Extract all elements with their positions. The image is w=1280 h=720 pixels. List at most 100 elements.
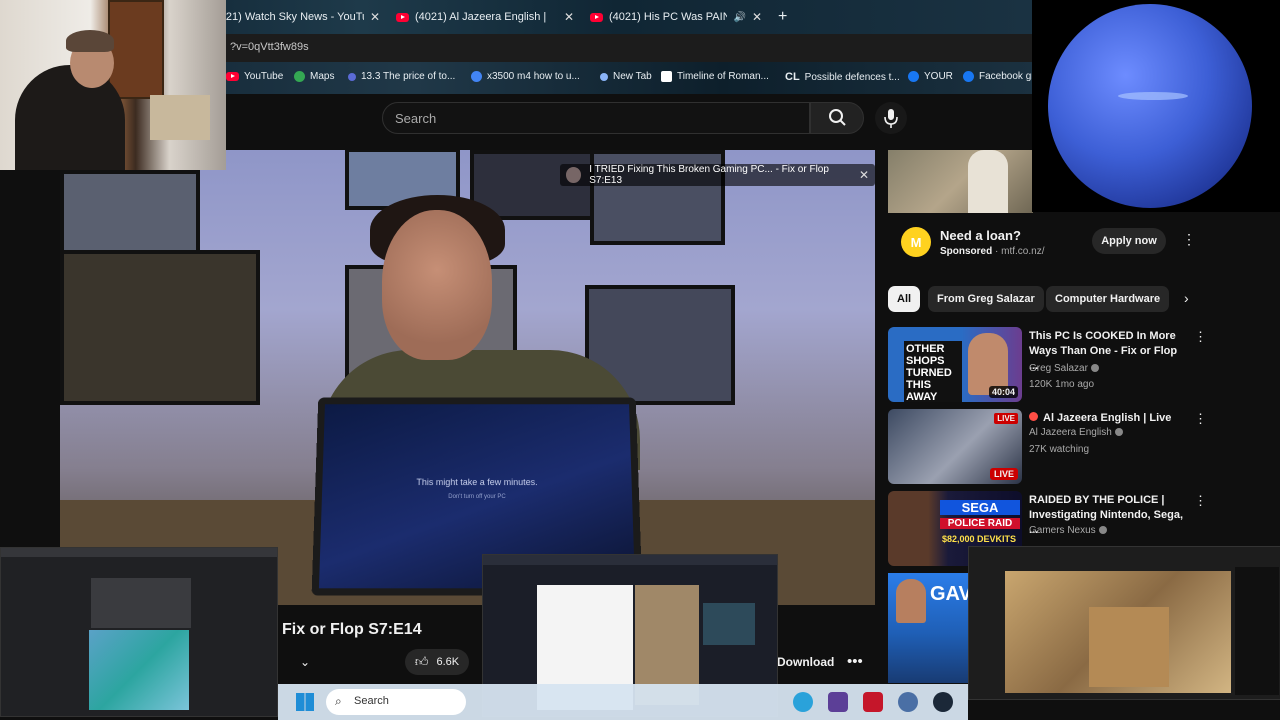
tab-title: (4021) Al Jazeera English | (415, 11, 547, 23)
app-icon[interactable] (863, 692, 883, 712)
video-meta: 120K 1mo ago (1029, 379, 1095, 390)
bookmark-timeline[interactable]: Timeline of Roman... (661, 71, 769, 82)
window-thumbnail[interactable] (968, 546, 1280, 700)
endcard-title: I TRIED Fixing This Broken Gaming PC... … (589, 164, 829, 186)
settings-icon[interactable] (898, 692, 918, 712)
cl-icon: CL (785, 71, 800, 83)
bookmark-price[interactable]: 13.3 The price of to... (348, 71, 455, 82)
thumbnail-titlebar (483, 555, 777, 565)
app-icon[interactable] (828, 692, 848, 712)
new-tab-button[interactable]: + (778, 5, 794, 29)
ad-subtitle: Sponsored · mtf.co.nz/ (940, 246, 1045, 257)
channel-name: Gamers Nexus (1029, 525, 1107, 536)
steam-icon[interactable] (933, 692, 953, 712)
verified-icon (1114, 428, 1123, 437)
bookmark-label: Possible defences t... (804, 71, 900, 83)
more-actions-icon[interactable]: ⋮ (1194, 411, 1207, 427)
speaker-icon[interactable]: 🔊 (733, 12, 745, 23)
apply-now-button[interactable]: Apply now (1092, 228, 1166, 254)
sponsored-ad[interactable]: M Need a loan? Sponsored · mtf.co.nz/ Ap… (888, 218, 1210, 270)
window-thumbnail[interactable] (0, 547, 278, 717)
bookmark-label: Facebook gr (979, 71, 1035, 82)
bookmark-label: YouTube (244, 71, 284, 82)
tab-sky-news[interactable]: (4021) Watch Sky News - YouTu ✕ (210, 5, 380, 29)
background-door (108, 0, 164, 99)
background-box (150, 95, 210, 140)
taskbar: ⌕ Search (278, 684, 968, 720)
channel-avatar (566, 167, 582, 183)
bookmark-label: 13.3 The price of to... (361, 71, 456, 82)
person-face (382, 210, 492, 360)
taskbar-search-label: Search (354, 695, 389, 707)
search-button[interactable] (810, 102, 864, 134)
bookmark-label: Maps (310, 71, 335, 82)
windows-start-icon[interactable] (296, 693, 314, 711)
more-actions-icon[interactable]: ⋮ (1194, 329, 1207, 345)
close-icon[interactable]: ✕ (370, 10, 380, 24)
chip-from-greg-salazar[interactable]: From Greg Salazar (928, 286, 1044, 312)
recommendation-item[interactable]: LIVE LIVE Al Jazeera English | Live Al J… (888, 409, 1208, 485)
neptune-overlay (1032, 0, 1280, 212)
bookmark-label: Timeline of Roman... (677, 71, 769, 82)
chevron-right-icon[interactable]: › (1184, 290, 1189, 306)
bookmark-label: x3500 m4 how to u... (487, 71, 580, 82)
endscreen-card[interactable]: I TRIED Fixing This Broken Gaming PC... … (560, 164, 875, 186)
close-icon[interactable]: ✕ (752, 10, 762, 24)
more-actions-icon[interactable]: ⋮ (1194, 493, 1207, 509)
tab-title: (4021) Watch Sky News - YouTu (210, 11, 364, 23)
bookmark-facebook-group[interactable]: Facebook gr (963, 71, 1035, 82)
video-thumbnail: OTHER SHOPS TURNED THIS AWAY 40:04 (888, 327, 1022, 402)
wikipedia-icon (661, 71, 672, 82)
video-meta: 27K watching (1029, 444, 1090, 455)
channel-name: Al Jazeera English (1029, 427, 1123, 438)
google-icon (471, 71, 482, 82)
facebook-icon (908, 71, 919, 82)
more-actions-icon[interactable]: ⋮ (1182, 231, 1196, 248)
youtube-icon (396, 12, 409, 22)
search-input[interactable]: Search (382, 102, 810, 134)
recommendation-item[interactable]: OTHER SHOPS TURNED THIS AWAY 40:04 This … (888, 327, 1208, 403)
facebook-icon (963, 71, 974, 82)
streamer-body (15, 65, 125, 170)
search-placeholder: Search (395, 111, 437, 126)
video-player[interactable]: This might take a few minutes. Don't tur… (60, 150, 875, 605)
bookmark-maps[interactable]: Maps (294, 71, 334, 82)
tab-his-pc[interactable]: (4021) His PC Was PAINFUL 🔊 ✕ (590, 5, 762, 29)
map-pin-icon (294, 71, 305, 82)
thumbnail-text: POLICE RAID (940, 518, 1020, 529)
filter-chips: All From Greg Salazar Computer Hardware … (888, 286, 1208, 312)
laptop-submessage: Don't turn off your PC (448, 494, 506, 500)
chip-all[interactable]: All (888, 286, 921, 312)
chat-panel (1235, 567, 1279, 695)
live-badge: LIVE (994, 413, 1018, 424)
thumbnail-photo (89, 630, 189, 710)
live-dot-icon (1029, 412, 1038, 421)
bookmark-defences[interactable]: CL Possible defences t... (785, 71, 900, 83)
voice-search-button[interactable] (875, 102, 907, 134)
wall-frame (60, 250, 260, 405)
bookmark-x3500[interactable]: x3500 m4 how to u... (471, 71, 580, 82)
game-crates (1089, 607, 1169, 687)
tab-al-jazeera[interactable]: (4021) Al Jazeera English | ✕ (396, 5, 574, 29)
bookmark-new-tab[interactable]: New Tab (600, 71, 652, 82)
tab-title: (4021) His PC Was PAINFUL (609, 11, 728, 23)
bookmark-label: YOUR (924, 71, 953, 82)
ad-title: Need a loan? (940, 228, 1021, 243)
bookmark-your[interactable]: YOUR (908, 71, 953, 82)
ad-video-thumbnail[interactable] (888, 150, 1033, 213)
ad-domain: mtf.co.nz/ (1001, 246, 1045, 257)
bookmark-label: New Tab (613, 71, 652, 82)
close-icon[interactable]: ✕ (564, 10, 574, 24)
sponsored-label: Sponsored (940, 246, 993, 257)
youtube-icon (226, 72, 239, 81)
telegram-icon[interactable] (793, 692, 813, 712)
close-icon[interactable]: ✕ (859, 168, 869, 182)
taskbar-search-input[interactable]: ⌕ Search (326, 689, 466, 715)
bookmark-youtube[interactable]: YouTube (226, 71, 283, 82)
planet-image (1048, 4, 1252, 208)
thumbnail-titlebar (1, 548, 277, 557)
video-thumbnail: LIVE LIVE (888, 409, 1022, 484)
chip-computer-hardware[interactable]: Computer Hardware (1046, 286, 1170, 312)
search-icon (829, 109, 846, 126)
verified-icon (1098, 526, 1107, 535)
